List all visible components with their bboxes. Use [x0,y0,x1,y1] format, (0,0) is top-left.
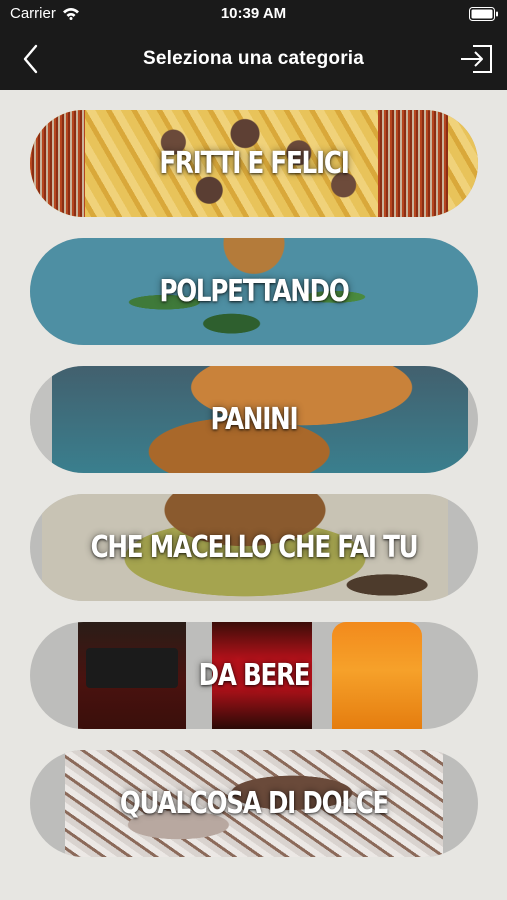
logout-button[interactable] [459,43,495,75]
category-label: PANINI [210,402,299,437]
category-label: POLPETTANDO [159,274,349,309]
category-da-bere[interactable]: DA BERE [30,622,478,729]
category-label: FRITTI E FELICI [159,146,350,181]
category-label: CHE MACELLO CHE FAI TU [90,530,419,565]
logout-icon [461,45,492,73]
page-title: Seleziona una categoria [142,48,365,69]
battery-icon [469,7,499,25]
category-panini[interactable]: PANINI [30,366,478,473]
category-che-macello-che-fai-tu[interactable]: CHE MACELLO CHE FAI TU [30,494,478,601]
category-polpettando[interactable]: POLPETTANDO [30,238,478,345]
category-label: DA BERE [198,658,311,693]
category-fritti-e-felici[interactable]: FRITTI E FELICI [30,110,478,217]
navigation-bar: Seleziona una categoria [0,28,507,90]
category-label: QUALCOSA DI DOLCE [119,786,389,821]
category-list: FRITTI E FELICI POLPETTANDO PANINI CHE M… [30,110,478,878]
status-bar: Carrier 10:39 AM [0,0,507,28]
category-qualcosa-di-dolce[interactable]: QUALCOSA DI DOLCE [30,750,478,857]
status-time: 10:39 AM [220,5,287,22]
